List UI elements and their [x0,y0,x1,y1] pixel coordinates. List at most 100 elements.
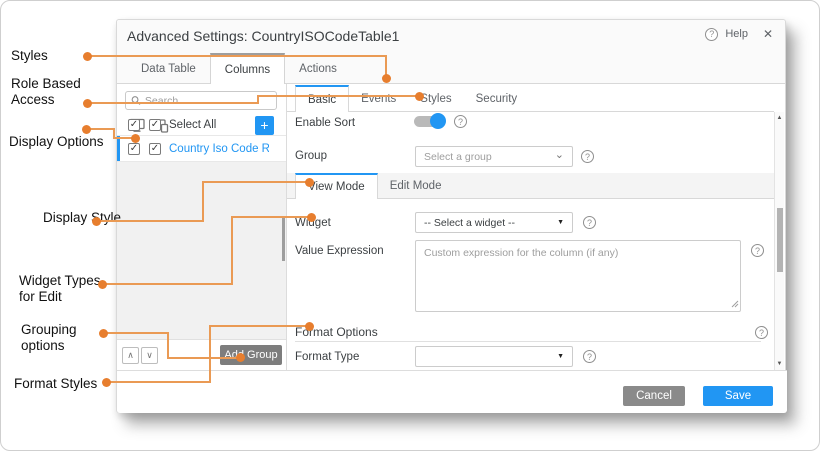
check-icon: ✓ [130,144,138,154]
help-icon[interactable]: ? [454,115,467,128]
widget-select[interactable]: -- Select a widget -- ▼ [415,212,573,233]
annotation-display-options: Display Options [9,134,104,150]
save-button[interactable]: Save [703,386,773,406]
connector-dot [305,322,314,331]
format-type-select[interactable]: ▼ [415,346,573,367]
column-checkbox-mobile[interactable]: ✓ [149,143,161,155]
group-label: Group [295,150,327,162]
tab-actions[interactable]: Actions [285,55,351,83]
help-icon[interactable]: ? [751,244,764,257]
help-icon[interactable]: ? [583,350,596,363]
dialog-titlebar: Advanced Settings: CountryISOCodeTable1 … [117,20,785,50]
toggle-knob [430,113,446,129]
scroll-up-icon[interactable]: ▲ [775,115,784,121]
select-arrow-icon: ▼ [557,353,564,360]
screenshot-canvas: Advanced Settings: CountryISOCodeTable1 … [0,0,820,451]
right-scrollbar-thumb[interactable] [777,208,783,272]
format-type-label: Format Type [295,351,359,363]
dialog-footer: Cancel Save [117,370,787,413]
annotation-grouping-options: Grouping options [21,322,77,354]
add-group-button[interactable]: Add Group [220,345,282,365]
help-icon[interactable]: ? [581,150,594,163]
connector-segment [167,357,242,359]
connector-segment [257,95,419,97]
tab-edit-mode[interactable]: Edit Mode [378,174,454,198]
check-icon: ✓ [130,120,138,130]
right-scrollbar[interactable]: ▲ ▼ [774,112,784,370]
columns-list-panel: ✓ ✓ Select All + ✓ ✓ Country Iso Code Re… [117,84,287,370]
connector-dot [83,99,92,108]
help-link[interactable]: Help [725,28,748,40]
tab-basic[interactable]: Basic [295,85,349,112]
search-input[interactable] [145,95,271,107]
select-arrow-icon: ▼ [557,219,564,226]
connector-segment [231,216,233,285]
scroll-down-icon[interactable]: ▼ [775,361,784,367]
tab-data-table[interactable]: Data Table [127,55,210,83]
resize-grip-icon[interactable] [731,300,739,308]
connector-dot [305,178,314,187]
tab-events[interactable]: Events [349,87,408,111]
search-box [125,91,277,110]
column-row-country-iso[interactable]: ✓ ✓ Country Iso Code Re... [117,136,286,162]
value-expression-label: Value Expression [295,245,384,257]
connector-dot [307,213,316,222]
column-checkbox-desktop[interactable]: ✓ [128,143,140,155]
selected-row-indicator [117,136,120,161]
select-all-checkbox-desktop[interactable]: ✓ [128,119,140,131]
connector-segment [103,283,233,285]
widget-select-value: -- Select a widget -- [424,217,515,229]
tab-columns[interactable]: Columns [210,53,285,84]
connector-dot [82,125,91,134]
connector-segment [167,332,169,359]
add-column-button[interactable]: + [255,116,274,135]
help-icon[interactable]: ? [583,216,596,229]
enable-sort-label: Enable Sort [295,117,355,129]
connector-segment [202,181,309,183]
mode-tab-strip: View Mode Edit Mode [287,173,774,199]
close-icon[interactable]: ✕ [763,27,773,41]
group-select-placeholder: Select a group [424,151,492,163]
connector-segment [209,325,311,327]
section-divider [295,341,761,342]
annotation-styles: Styles [11,48,48,64]
help-icon[interactable]: ? [705,28,718,41]
connector-dot [92,217,101,226]
tab-security[interactable]: Security [464,87,530,111]
connector-segment [107,381,211,383]
dialog-title: Advanced Settings: CountryISOCodeTable1 [127,28,399,44]
select-all-row: ✓ ✓ Select All + [117,115,286,136]
group-select[interactable]: Select a group ⌄ [415,146,573,167]
connector-dot [99,329,108,338]
connector-dot [98,280,107,289]
connector-dot [131,134,140,143]
enable-sort-toggle[interactable] [414,113,446,129]
advanced-settings-dialog: Advanced Settings: CountryISOCodeTable1 … [116,19,786,413]
left-scrollbar-thumb[interactable] [282,217,285,261]
connector-segment [97,220,204,222]
cancel-button[interactable]: Cancel [623,386,685,406]
check-icon: ✓ [151,120,159,130]
move-down-button[interactable]: ∨ [141,347,158,364]
connector-dot [415,92,424,101]
connector-segment [88,102,259,104]
connector-segment [231,216,313,218]
move-up-button[interactable]: ∧ [122,347,139,364]
annotation-widget-types: Widget Types for Edit [19,273,101,305]
connector-dot [102,378,111,387]
value-expression-textarea[interactable] [415,240,741,312]
connector-segment [88,55,387,57]
column-settings-panel: Basic Events Styles Security Enable Sort… [287,84,774,370]
titlebar-actions: ? Help ✕ [705,27,773,41]
connector-segment [104,332,169,334]
select-all-label: Select All [169,119,216,131]
connector-segment [209,325,211,383]
connector-dot [382,74,391,83]
settings-tab-strip: Basic Events Styles Security [287,84,774,112]
select-all-checkbox-mobile[interactable]: ✓ [149,119,161,131]
connector-dot [236,353,245,362]
help-icon[interactable]: ? [755,326,768,339]
connector-segment [202,181,204,222]
annotation-format-styles: Format Styles [14,376,97,392]
check-icon: ✓ [151,144,159,154]
